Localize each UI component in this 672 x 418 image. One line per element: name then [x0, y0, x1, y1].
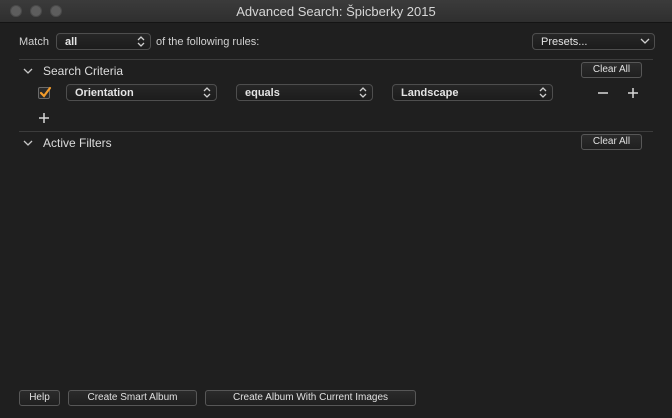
match-label: Match — [19, 36, 49, 48]
window-title: Advanced Search: Špicberky 2015 — [236, 4, 436, 19]
advanced-search-window: Advanced Search: Špicberky 2015 Match al… — [0, 0, 672, 418]
section-divider — [19, 59, 653, 60]
match-suffix-label: of the following rules: — [156, 36, 260, 48]
up-down-arrows-icon — [137, 36, 145, 47]
up-down-arrows-icon — [539, 87, 547, 98]
active-filters-title: Active Filters — [43, 136, 112, 150]
help-button[interactable]: Help — [19, 390, 60, 406]
disclosure-chevron-icon[interactable] — [22, 66, 34, 76]
create-album-current-images-button[interactable]: Create Album With Current Images — [205, 390, 416, 406]
presets-popup[interactable]: Presets... — [532, 33, 655, 50]
match-popup-value: all — [65, 36, 78, 48]
chevron-down-icon — [640, 38, 650, 44]
disclosure-chevron-icon[interactable] — [22, 138, 34, 148]
rule-field-popup[interactable]: Orientation — [66, 84, 217, 101]
rule-operator-popup[interactable]: equals — [236, 84, 373, 101]
up-down-arrows-icon — [203, 87, 211, 98]
remove-rule-icon[interactable] — [596, 86, 610, 100]
rule-value-popup[interactable]: Landscape — [392, 84, 553, 101]
search-criteria-title: Search Criteria — [43, 64, 124, 78]
add-rule-after-icon[interactable] — [626, 86, 640, 100]
presets-popup-label: Presets... — [541, 36, 588, 48]
title-bar: Advanced Search: Špicberky 2015 — [0, 0, 672, 23]
rule-field-value: Orientation — [75, 87, 134, 99]
clear-all-criteria-button[interactable]: Clear All — [581, 62, 642, 78]
rule-operator-value: equals — [245, 87, 280, 99]
clear-all-filters-button[interactable]: Clear All — [581, 134, 642, 150]
rule-enabled-checkbox[interactable] — [38, 86, 52, 99]
match-popup[interactable]: all — [56, 33, 151, 50]
up-down-arrows-icon — [359, 87, 367, 98]
rule-value-value: Landscape — [401, 87, 459, 99]
create-smart-album-button[interactable]: Create Smart Album — [68, 390, 197, 406]
add-rule-icon[interactable] — [37, 111, 51, 125]
section-divider — [19, 131, 653, 132]
checkmark-icon — [39, 86, 52, 98]
